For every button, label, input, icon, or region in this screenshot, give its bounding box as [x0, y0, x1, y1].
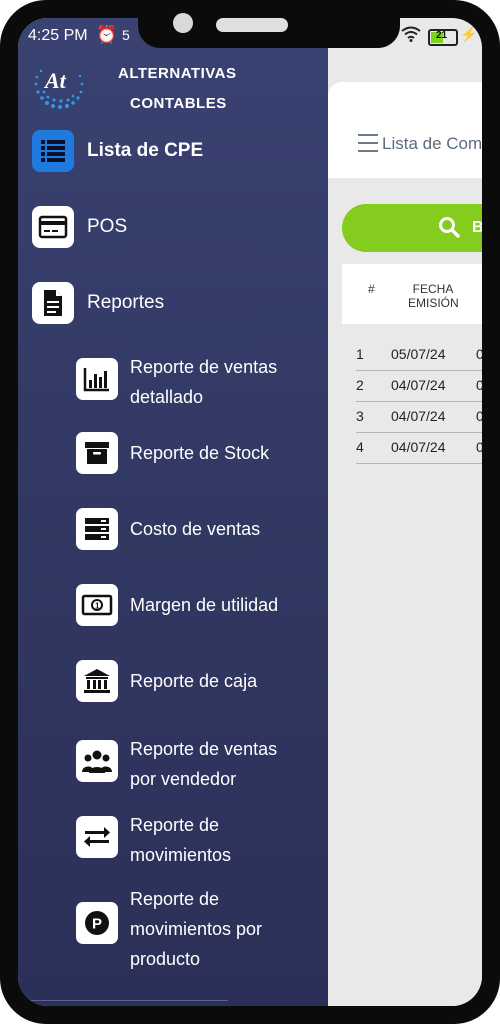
row-date: 04/07/24 — [391, 408, 446, 424]
report-label: Reporte de movimientos por producto — [130, 884, 262, 974]
drawer-item-reportes[interactable]: Reportes — [18, 278, 318, 328]
report-label: Reporte de ventas por vendedor — [130, 734, 277, 794]
bar-chart-icon — [76, 358, 118, 400]
server-icon — [76, 508, 118, 550]
alarm-icon: ⏰ — [96, 25, 118, 44]
report-item-margen-utilidad[interactable]: 1 Margen de utilidad — [76, 584, 321, 628]
money-bill-icon: 1 — [76, 584, 118, 626]
report-item-movimientos[interactable]: Reporte de movimientos — [76, 810, 321, 870]
table-header: # FECHA EMISIÓN — [342, 264, 482, 324]
col-header-fecha: FECHA EMISIÓN — [408, 282, 459, 310]
drawer-item-label: Lista de CPE — [87, 140, 204, 161]
report-item-ventas-detallado[interactable]: Reporte de ventas detallado — [76, 352, 321, 412]
svg-text:P: P — [92, 916, 102, 933]
page-title: Lista de Com — [382, 134, 482, 153]
search-button-label: B — [472, 219, 482, 236]
notification-icon: 5 — [122, 27, 130, 43]
app-header: Lista de Com — [328, 82, 482, 178]
col-header-number: # — [368, 282, 375, 296]
charging-bolt-icon: ⚡ — [460, 26, 478, 42]
report-label: Costo de ventas — [130, 519, 261, 539]
row-date: 04/07/24 — [391, 377, 446, 393]
report-label-line1: Reporte de — [130, 889, 220, 909]
camera-icon — [173, 13, 193, 33]
report-item-caja[interactable]: Reporte de caja — [76, 660, 321, 704]
status-time: 4:25 PM — [28, 27, 88, 44]
search-icon — [438, 216, 460, 238]
row-next-cell: 0 — [476, 377, 482, 393]
card-icon — [32, 206, 74, 248]
search-button[interactable] — [342, 204, 482, 252]
list-icon — [32, 130, 74, 172]
navigation-drawer: 4:25 PM ⏰ 5 At ALTERNATIVAS CONTABLES Li… — [18, 18, 328, 1006]
report-label: Reporte de Stock — [130, 443, 270, 463]
drawer-item-label: POS — [87, 216, 128, 237]
report-label: Reporte de ventas detallado — [130, 352, 277, 412]
report-label-line2: detallado — [130, 387, 204, 407]
table-body: 1 05/07/24 0 2 04/07/24 0 3 04/07/24 0 4… — [356, 340, 482, 464]
row-number: 4 — [356, 439, 364, 455]
drawer-item-label: Reportes — [87, 292, 165, 313]
row-next-cell: 0 — [476, 439, 482, 455]
wifi-icon — [401, 26, 421, 42]
table-row[interactable]: 1 05/07/24 0 — [356, 340, 482, 371]
row-number: 3 — [356, 408, 364, 424]
report-label-line2: movimientos — [130, 845, 232, 865]
report-label-line2: movimientos por — [130, 919, 263, 939]
brand-name-line2: CONTABLES — [130, 95, 227, 112]
parking-p-icon: P — [76, 902, 118, 944]
document-icon — [32, 282, 74, 324]
row-number: 1 — [356, 346, 364, 362]
brand-name-line1: ALTERNATIVAS — [118, 65, 237, 82]
drawer-item-lista-cpe[interactable]: Lista de CPE — [18, 126, 318, 176]
report-label-line1: Reporte de ventas — [130, 739, 278, 759]
svg-text:1: 1 — [95, 602, 100, 611]
exchange-arrows-icon — [76, 816, 118, 858]
table-row[interactable]: 3 04/07/24 0 — [356, 402, 482, 433]
logo-icon: At — [32, 62, 88, 110]
report-item-stock[interactable]: Reporte de Stock — [76, 432, 321, 476]
battery-icon: 21 — [428, 29, 458, 46]
main-page: Lista de Com B # FECHA EMISIÓN 1 05/07/2… — [328, 82, 482, 1006]
report-label: Reporte de caja — [130, 671, 258, 691]
screen: Lista de Com B # FECHA EMISIÓN 1 05/07/2… — [18, 18, 482, 1006]
report-item-ventas-vendedor[interactable]: Reporte de ventas por vendedor — [76, 734, 321, 794]
row-date: 04/07/24 — [391, 439, 446, 455]
hamburger-menu-icon[interactable] — [358, 134, 378, 158]
report-item-movimientos-producto[interactable]: P Reporte de movimientos por producto — [76, 884, 321, 974]
row-date: 05/07/24 — [391, 346, 446, 362]
report-item-costo-ventas[interactable]: Costo de ventas — [76, 508, 321, 552]
report-label: Margen de utilidad — [130, 595, 279, 615]
speaker-grille — [216, 18, 288, 32]
row-next-cell: 0 — [476, 346, 482, 362]
report-label-line2: por vendedor — [130, 769, 237, 789]
battery-level: 21 — [436, 30, 448, 41]
table-row[interactable]: 2 04/07/24 0 — [356, 371, 482, 402]
report-label-line1: Reporte de — [130, 815, 220, 835]
bank-icon — [76, 660, 118, 702]
phone-frame: Lista de Com B # FECHA EMISIÓN 1 05/07/2… — [0, 0, 500, 1024]
archive-box-icon — [76, 432, 118, 474]
col-header-fecha-line2: EMISIÓN — [408, 296, 459, 310]
users-icon — [76, 740, 118, 782]
drawer-divider — [18, 1000, 228, 1001]
report-label-line3: producto — [130, 949, 201, 969]
drawer-item-pos[interactable]: POS — [18, 202, 318, 252]
row-number: 2 — [356, 377, 364, 393]
report-label: Reporte de movimientos — [130, 810, 231, 870]
table-row[interactable]: 4 04/07/24 0 — [356, 433, 482, 464]
row-next-cell: 0 — [476, 408, 482, 424]
col-header-fecha-line1: FECHA — [412, 282, 454, 296]
svg-text:At: At — [43, 68, 67, 93]
report-label-line1: Reporte de ventas — [130, 357, 278, 377]
